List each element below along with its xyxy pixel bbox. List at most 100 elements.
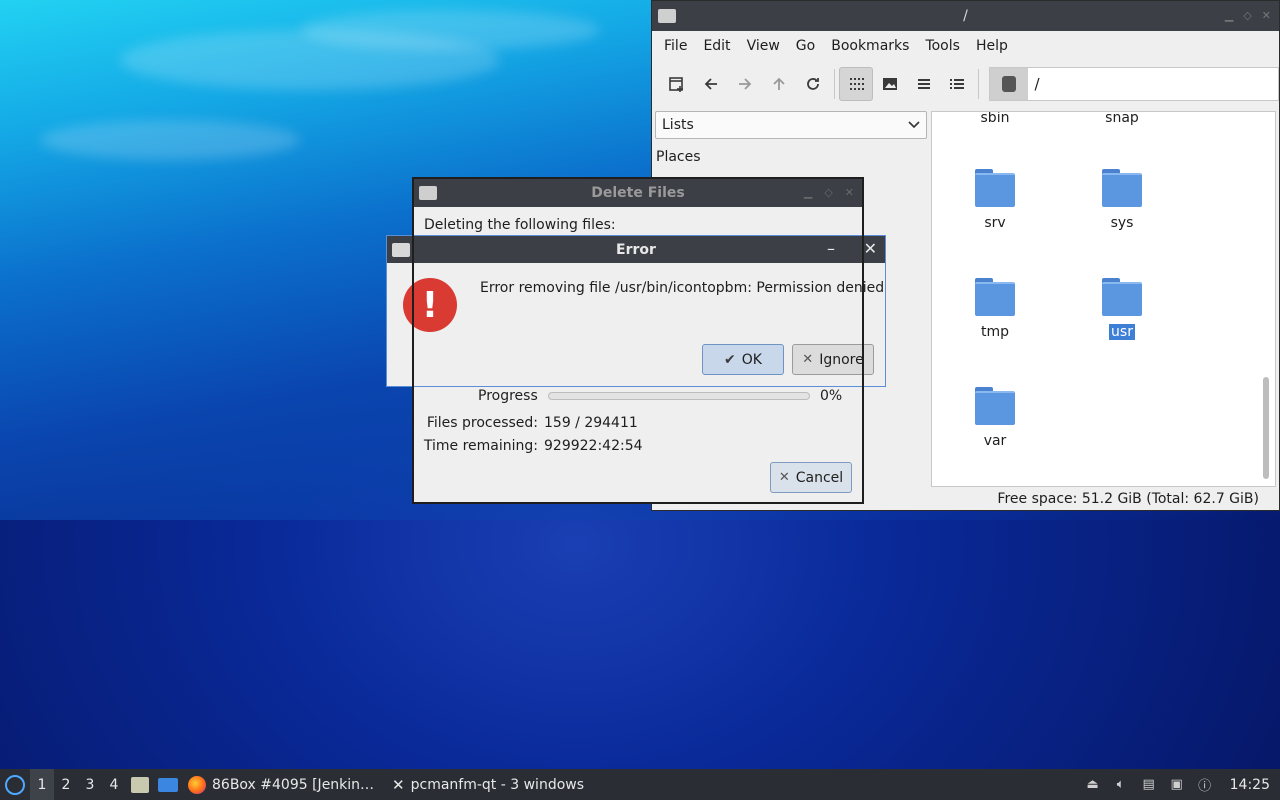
menu-tools[interactable]: Tools <box>917 38 968 54</box>
detailed-view-button[interactable] <box>941 67 975 101</box>
minimize-icon[interactable]: ▁ <box>1225 9 1233 22</box>
toolbar: / <box>652 60 1279 108</box>
quicklaunch-show-desktop[interactable] <box>154 769 182 800</box>
side-pane-mode-select[interactable]: Lists <box>655 111 927 139</box>
folder-view-scrollbar[interactable] <box>1263 377 1269 479</box>
folder-item-tmp[interactable]: tmp <box>950 278 1040 340</box>
lubuntu-logo-icon <box>5 774 25 795</box>
reload-button[interactable] <box>796 67 830 101</box>
folder-view[interactable]: sbin snap srv sys tmp usr var <box>931 111 1276 487</box>
quicklaunch-file-manager[interactable] <box>126 769 154 800</box>
maximize-icon[interactable]: ◇ <box>824 186 832 199</box>
error-dialog-titlebar[interactable]: Error – ✕ <box>387 236 885 263</box>
close-icon[interactable]: ✕ <box>864 239 877 258</box>
workspace-4[interactable]: 4 <box>102 769 126 800</box>
ignore-icon: ✕ <box>802 352 814 367</box>
ok-button[interactable]: ✔ OK <box>702 344 784 375</box>
thumbnail-view-button[interactable] <box>873 67 907 101</box>
workspace-3[interactable]: 3 <box>78 769 102 800</box>
error-icon: ! <box>403 278 457 332</box>
file-manager-titlebar[interactable]: / ▁ ◇ ✕ <box>652 1 1279 31</box>
forward-button[interactable] <box>728 67 762 101</box>
ok-button-label: OK <box>741 351 762 368</box>
firefox-icon <box>188 775 206 794</box>
task-pcmanfm-label: pcmanfm-qt - 3 windows <box>410 776 585 793</box>
path-bar[interactable]: / <box>989 67 1279 101</box>
delete-dialog-titlebar[interactable]: Delete Files ▁ ◇ ✕ <box>414 179 862 207</box>
start-menu-button[interactable] <box>0 769 30 800</box>
minimize-icon[interactable]: – <box>827 239 835 258</box>
new-tab-icon <box>669 77 683 92</box>
folder-icon <box>975 387 1015 425</box>
file-manager-title: / <box>963 8 968 24</box>
eject-icon[interactable]: ⏏ <box>1084 777 1102 793</box>
menu-file[interactable]: File <box>656 38 695 54</box>
clock[interactable]: 14:25 <box>1230 777 1270 793</box>
new-tab-button[interactable] <box>660 67 694 101</box>
volume-icon[interactable]: 🔈︎ <box>1112 777 1130 793</box>
folder-name: snap <box>1105 111 1139 126</box>
folder-item-srv[interactable]: srv <box>950 169 1040 231</box>
wallpaper-ripple <box>300 10 600 50</box>
detailed-list-icon <box>950 79 965 89</box>
side-pane: Lists Places <box>655 111 927 165</box>
toolbar-separator <box>833 69 835 99</box>
window-controls: ▁ ◇ ✕ <box>804 186 854 199</box>
checkmark-icon: ✔ <box>724 351 736 368</box>
progress-label: Progress <box>478 388 538 404</box>
task-pcmanfm[interactable]: ✕ pcmanfm-qt - 3 windows <box>386 769 590 800</box>
grid-icon <box>849 78 864 90</box>
folder-item-sbin[interactable]: sbin <box>950 112 1040 126</box>
folder-item-var[interactable]: var <box>950 387 1040 449</box>
up-button[interactable] <box>762 67 796 101</box>
cancel-button[interactable]: ✕ Cancel <box>770 462 852 493</box>
taskbar: 1 2 3 4 86Box #4095 [Jenkin… ✕ pcmanfm-q… <box>0 769 1280 800</box>
ignore-button[interactable]: ✕ Ignore <box>792 344 874 375</box>
folder-icon <box>1102 278 1142 316</box>
icon-view-button[interactable] <box>838 67 873 101</box>
menu-view[interactable]: View <box>739 38 788 54</box>
arrow-left-icon <box>704 78 717 90</box>
error-dialog: Error – ✕ ! Error removing file /usr/bin… <box>386 235 886 387</box>
folder-name: sys <box>1110 215 1134 231</box>
close-icon[interactable]: ✕ <box>845 186 854 199</box>
desktop-icon <box>158 777 178 792</box>
clipboard-icon[interactable]: ▤ <box>1140 777 1158 793</box>
delete-dialog-heading: Deleting the following files: <box>424 217 616 233</box>
workspace-2[interactable]: 2 <box>54 769 78 800</box>
folder-item-usr[interactable]: usr <box>1077 278 1167 340</box>
error-message: Error removing file /usr/bin/icontopbm: … <box>480 280 885 296</box>
task-firefox[interactable]: 86Box #4095 [Jenkin… <box>182 769 380 800</box>
folder-name: var <box>983 433 1007 449</box>
window-controls: ▁ ◇ ✕ <box>1225 9 1271 22</box>
compact-view-button[interactable] <box>907 67 941 101</box>
folder-item-sys[interactable]: sys <box>1077 169 1167 231</box>
workspace-1[interactable]: 1 <box>30 769 54 800</box>
list-icon <box>917 79 930 89</box>
menu-go[interactable]: Go <box>788 38 823 54</box>
places-header: Places <box>656 149 701 165</box>
network-icon[interactable]: ▣ <box>1168 777 1186 793</box>
error-dialog-title: Error <box>616 241 656 258</box>
menu-edit[interactable]: Edit <box>695 38 738 54</box>
update-notifier-icon[interactable]: ⓘ <box>1196 777 1214 794</box>
folder-name: srv <box>984 215 1006 231</box>
file-cabinet-icon <box>131 776 149 793</box>
chevron-down-icon <box>908 121 920 129</box>
maximize-icon[interactable]: ◇ <box>1243 9 1251 22</box>
folder-item-snap[interactable]: snap <box>1077 111 1167 126</box>
progress-bar <box>548 392 810 400</box>
side-pane-mode-value: Lists <box>662 117 694 133</box>
files-processed-value: 159 / 294411 <box>544 415 638 431</box>
minimize-icon[interactable]: ▁ <box>804 186 812 199</box>
root-path-icon[interactable] <box>990 68 1029 100</box>
time-remaining-value: 929922:42:54 <box>544 438 643 454</box>
menu-bookmarks[interactable]: Bookmarks <box>823 38 917 54</box>
arrow-up-icon <box>773 77 785 90</box>
close-icon[interactable]: ✕ <box>1262 9 1271 22</box>
free-space-status: Free space: 51.2 GiB (Total: 62.7 GiB) <box>997 491 1259 507</box>
folder-name-selected: usr <box>1109 324 1135 340</box>
cancel-button-label: Cancel <box>795 469 844 486</box>
menu-help[interactable]: Help <box>968 38 1016 54</box>
back-button[interactable] <box>694 67 728 101</box>
